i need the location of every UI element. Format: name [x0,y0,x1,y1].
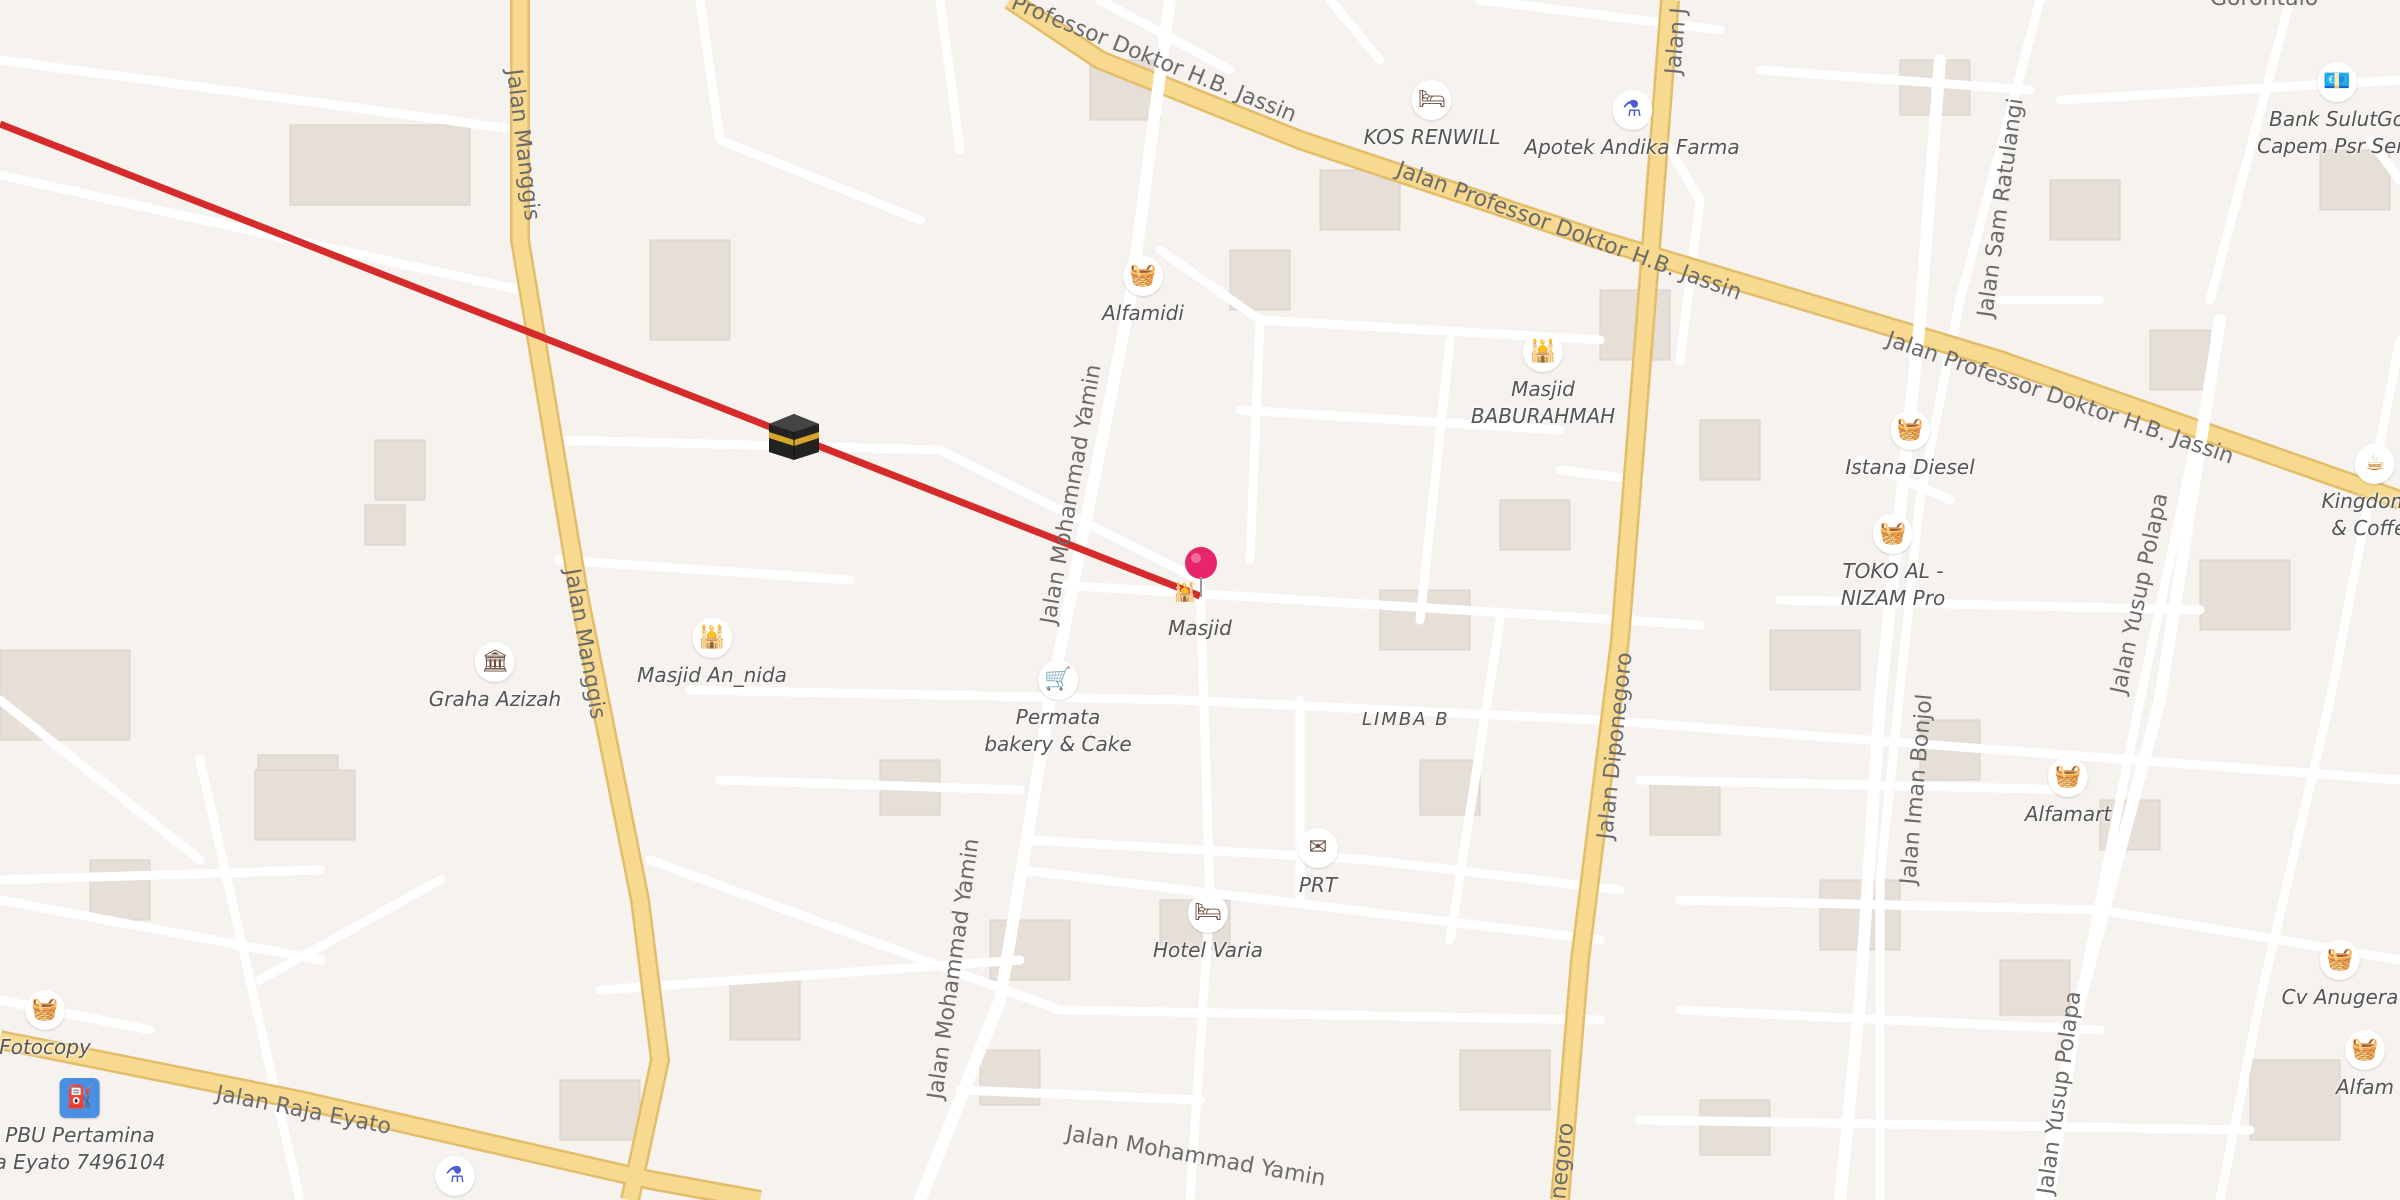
poi-pharmacy-bottom[interactable]: ⚗ [435,1156,475,1196]
qibla-direction-line [0,120,1202,600]
poi-alfamidi[interactable]: 🧺 Alfamidi [1102,256,1184,327]
shopping-basket-icon: 🧺 [1873,514,1913,554]
road-label-diponegoro-top: Jalan J [1661,7,1692,78]
poi-label: Graha Azizah [428,687,562,711]
bed-icon: 🛏 [1188,893,1228,933]
road-label-yusup-polapa-2: Jalan Yusup Polapa [2033,990,2087,1198]
shopping-basket-icon: 🧺 [1122,256,1163,296]
poi-alfam[interactable]: 🧺 Alfam [2336,1030,2394,1101]
poi-label: Bank SulutGoCapem Psr Sent [2257,107,2400,158]
poi-label: Alfam [2335,1075,2395,1099]
poi-masjid-an-nida[interactable]: 🕌 Masjid An_nida [637,618,787,689]
kaaba-marker[interactable] [767,412,821,462]
shopping-cart-icon: 🛒 [1037,660,1078,700]
place-label-gorontalo: Gorontalo [2210,0,2318,11]
poi-label: TOKO AL - NIZAM Pro [1840,559,1946,610]
cafe-icon: ☕ [2355,444,2395,484]
poi-label: Masjid [1168,616,1232,640]
road-label-diponegoro-2: negoro [1546,1121,1579,1200]
map-view[interactable]: Professor Doktor H.B. Jassin Jalan Profe… [0,0,2400,1200]
bed-icon: 🛏 [1411,80,1452,120]
poi-toko-al-nizam[interactable]: 🧺 TOKO AL - NIZAM Pro [1841,514,1945,612]
envelope-icon: ✉ [1298,828,1338,868]
poi-label: Apotek Andika Farma [1524,135,1740,159]
road-label-raja-eyato: Jalan Raja Eyato [212,1081,393,1140]
road-label-manggis-1: Jalan Manggis [501,66,545,222]
poi-kingdom-coffee[interactable]: ☕ Kingdom P& Coffee [2322,444,2400,542]
shopping-basket-icon: 🧺 [2345,1030,2385,1070]
poi-prt[interactable]: ✉ PRT [1298,828,1338,899]
poi-label: Cv Anugera [2281,985,2399,1009]
poi-kos-renwill[interactable]: 🛏 KOS RENWILL [1363,80,1501,151]
poi-label: Alfamidi [1102,301,1184,325]
poi-spbu-pertamina[interactable]: ⛽ PBU Pertamina a Eyato 7496104 [0,1078,165,1176]
fuel-station-icon: ⛽ [59,1078,100,1118]
poi-apotek-andika-farma[interactable]: ⚗ Apotek Andika Farma [1524,90,1740,161]
road-label-limba-b: LIMBA B [1362,709,1450,730]
poi-label: Masjid An_nida [637,663,787,687]
poi-cv-anugera[interactable]: 🧺 Cv Anugera [2281,940,2399,1011]
road-label-manggis-2: Jalan Manggis [559,565,610,721]
mosque-icon: 🕌 [1522,332,1563,372]
poi-label: PRT [1298,873,1338,897]
poi-graha-azizah[interactable]: 🏛 Graha Azizah [429,642,561,713]
poi-selected-masjid[interactable]: 🕌 Masjid [1168,582,1232,640]
shopping-basket-icon: 🧺 [2319,940,2360,980]
bank-icon: 💶 [2316,62,2357,102]
poi-label: Fotocopy [0,1035,91,1059]
poi-label: Alfamart [2024,802,2112,826]
poi-label: Istana Diesel [1845,455,1975,479]
kaaba-icon [769,414,819,460]
shopping-basket-icon: 🧺 [2048,757,2088,797]
poi-label: Hotel Varia [1152,938,1264,962]
mosque-icon: 🕌 [691,618,732,658]
poi-hotel-varia[interactable]: 🛏 Hotel Varia [1153,893,1263,964]
poi-label: Permata bakery & Cake [984,705,1132,756]
poi-label: Masjid BABURAHMAH [1470,377,1616,428]
poi-fotocopy[interactable]: 🧺 Fotocopy [0,990,91,1061]
civic-building-icon: 🏛 [475,642,515,682]
shopping-basket-icon: 🧺 [25,990,65,1030]
poi-masjid-baburahmah[interactable]: 🕌 Masjid BABURAHMAH [1471,332,1615,430]
poi-permata-bakery[interactable]: 🛒 Permata bakery & Cake [984,660,1132,758]
poi-label: KOS RENWILL [1363,125,1501,149]
poi-bank-sulutgo[interactable]: 💶 Bank SulutGoCapem Psr Sent [2257,62,2400,160]
mosque-icon: 🕌 [1173,582,1197,603]
poi-label: PBU Pertamina a Eyato 7496104 [0,1123,166,1174]
pharmacy-icon: ⚗ [435,1156,475,1196]
poi-label: Kingdom P& Coffee [2321,489,2400,540]
poi-istana-diesel[interactable]: 🧺 Istana Diesel [1845,410,1975,481]
shopping-basket-icon: 🧺 [1890,410,1930,450]
poi-alfamart[interactable]: 🧺 Alfamart [2025,757,2111,828]
pharmacy-icon: ⚗ [1611,90,1652,130]
